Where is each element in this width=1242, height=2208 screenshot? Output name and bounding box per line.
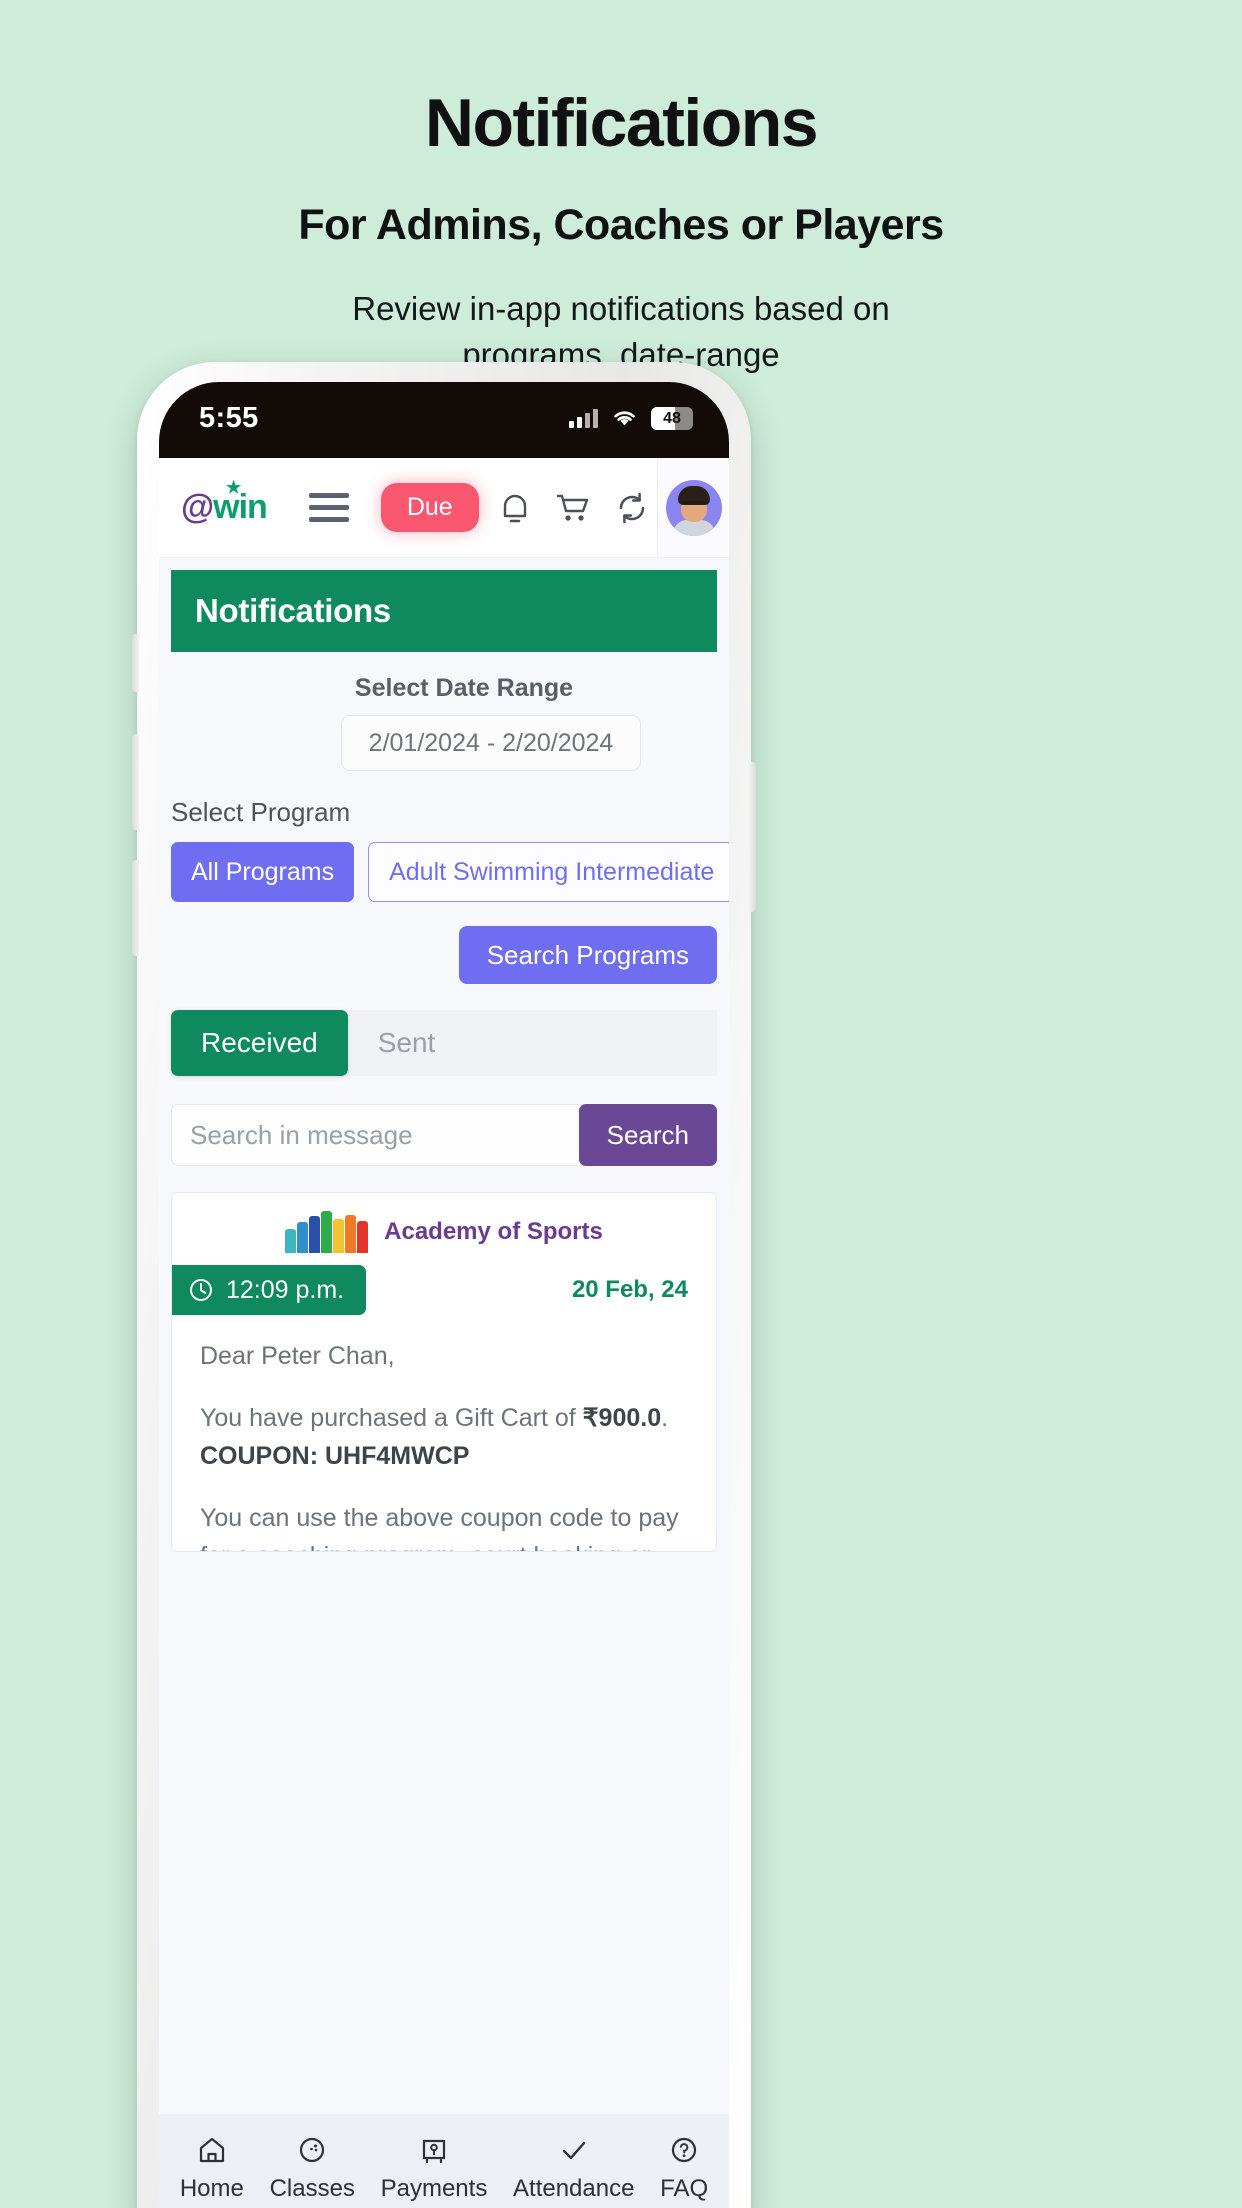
notification-time-badge: 12:09 p.m. [172, 1265, 367, 1315]
nav-label-home: Home [179, 2174, 244, 2202]
nav-item-classes[interactable]: Classes [270, 2134, 355, 2203]
bottom-navigation-bar: Home Classes Payments Attendance FAQ [159, 2114, 729, 2208]
avatar-button[interactable] [657, 458, 729, 557]
program-chip-adult-swimming-intermediate[interactable]: Adult Swimming Intermediate [368, 842, 729, 902]
notification-time-row: 12:09 p.m. 20 Feb, 24 [172, 1265, 716, 1315]
clock-icon [190, 1279, 212, 1301]
battery-icon: 48 [651, 406, 693, 430]
search-programs-row: Search Programs [159, 926, 729, 984]
program-chip-list: All Programs Adult Swimming Intermediate… [171, 842, 729, 902]
notification-message-body: Dear Peter Chan, You have purchased a Gi… [172, 1315, 716, 1551]
tab-received[interactable]: Received [171, 1010, 348, 1076]
shopping-cart-icon[interactable] [555, 491, 591, 525]
phone-mockup: 5:55 48 @ win ★ Due Notifications Select… [132, 362, 756, 2208]
user-avatar [665, 479, 722, 536]
nav-item-faq[interactable]: FAQ [660, 2134, 708, 2203]
payment-icon [422, 2139, 446, 2163]
notification-date-label: 20 Feb, 24 [571, 1276, 688, 1303]
nav-label-faq: FAQ [660, 2174, 709, 2202]
nav-item-attendance[interactable]: Attendance [513, 2134, 634, 2203]
select-program-label: Select Program [171, 797, 351, 827]
question-circle-icon [672, 2137, 697, 2162]
sports-silhouettes-logo-icon [285, 1211, 369, 1253]
battery-percent-label: 48 [663, 409, 681, 427]
app-logo[interactable]: @ win ★ [181, 478, 268, 527]
message-greeting: Dear Peter Chan, [200, 1342, 395, 1370]
status-bar: 5:55 48 [159, 382, 729, 458]
nav-label-payments: Payments [380, 2174, 488, 2202]
page-title: Notifications [424, 85, 819, 161]
promo-header: Notifications For Admins, Coaches or Pla… [0, 0, 1242, 377]
message-gift-suffix: . [661, 1404, 669, 1432]
clock-circle-icon [300, 2137, 325, 2162]
nav-label-classes: Classes [269, 2174, 355, 2202]
bell-icon[interactable] [499, 491, 531, 525]
date-range-label: Select Date Range [354, 674, 574, 702]
phone-volume-down-button [132, 860, 139, 956]
notification-card[interactable]: Academy of Sports 12:09 p.m. 20 Feb, 24 … [171, 1192, 717, 1552]
promo-description-line-1: Review in-app notifications based on [352, 290, 890, 328]
notifications-page: Notifications Select Date Range 2/01/202… [159, 558, 729, 2208]
nav-item-home[interactable]: Home [180, 2134, 244, 2203]
cellular-signal-icon [569, 408, 598, 428]
section-title-notifications: Notifications [171, 570, 717, 652]
nav-item-payments[interactable]: Payments [380, 2134, 488, 2203]
logo-person-icon: ★ [226, 478, 241, 497]
phone-power-button [749, 762, 756, 912]
message-gift-card-line: You have purchased a Gift Cart of ₹900.0… [200, 1399, 688, 1475]
due-badge[interactable]: Due [380, 483, 479, 532]
nav-label-attendance: Attendance [513, 2174, 635, 2202]
phone-screen: 5:55 48 @ win ★ Due Notifications Select… [159, 382, 729, 2208]
notification-card-header: Academy of Sports [172, 1193, 716, 1265]
message-gift-amount: ₹900.0 [582, 1404, 662, 1432]
message-paragraph-2-text: You can use the above coupon code to pay… [200, 1504, 679, 1551]
phone-volume-up-button [132, 734, 139, 830]
program-chip-all-programs[interactable]: All Programs [171, 842, 355, 902]
message-paragraph-2: You can use the above coupon code to pay… [200, 1499, 688, 1551]
search-message-input[interactable]: Search in message [171, 1104, 587, 1166]
notification-time-label: 12:09 p.m. [226, 1275, 345, 1304]
app-header: @ win ★ Due [159, 458, 729, 558]
promo-subtitle: For Admins, Coaches or Players [298, 201, 944, 250]
refresh-icon[interactable] [615, 491, 649, 525]
logo-at-symbol: @ [181, 488, 214, 526]
home-icon [199, 2137, 224, 2162]
status-bar-time: 5:55 [199, 401, 259, 434]
message-coupon-code: COUPON: UHF4MWCP [200, 1442, 470, 1470]
message-gift-prefix: You have purchased a Gift Cart of [200, 1404, 583, 1432]
received-sent-tabs: Received Sent [171, 1010, 717, 1076]
academy-name-label: Academy of Sports [384, 1218, 603, 1245]
date-range-input[interactable]: 2/01/2024 - 2/20/2024 [341, 715, 641, 771]
wifi-icon [614, 411, 635, 426]
header-icon-group [499, 491, 649, 525]
phone-silent-switch [132, 634, 139, 692]
hamburger-menu-icon[interactable] [308, 493, 349, 522]
check-icon [562, 2141, 585, 2159]
search-programs-button[interactable]: Search Programs [458, 926, 717, 984]
message-search-row: Search in message Search [171, 1104, 717, 1166]
status-bar-indicators: 48 [569, 406, 693, 430]
tab-sent[interactable]: Sent [348, 1010, 466, 1076]
search-button[interactable]: Search [578, 1104, 717, 1166]
